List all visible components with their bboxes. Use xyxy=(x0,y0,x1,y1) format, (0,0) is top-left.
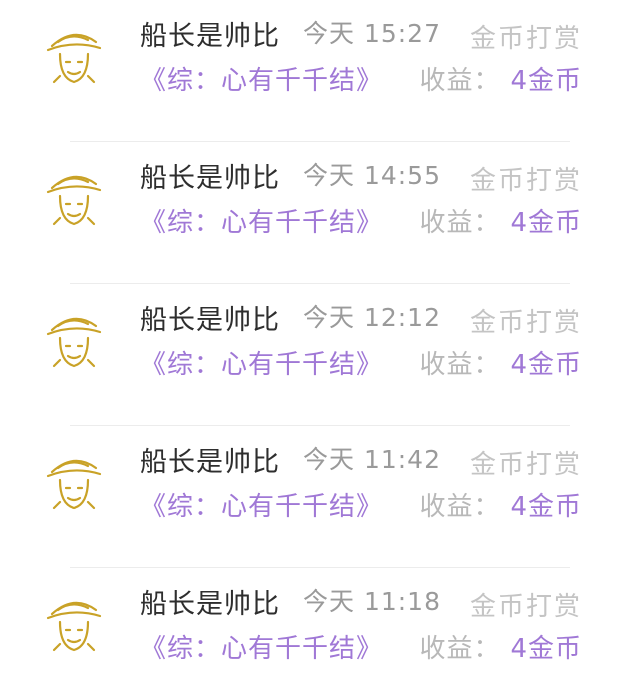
list-item[interactable]: 船长是帅比 今天 11:18 金币打赏 《综：心有千千结》 收益： 4金币 xyxy=(0,568,640,688)
user-name[interactable]: 船长是帅比 xyxy=(140,14,280,53)
reward-type: 金币打赏 xyxy=(469,592,582,622)
earning: 收益： 4金币 xyxy=(419,628,582,665)
reward-type: 金币打赏 xyxy=(469,166,582,196)
earning-label: 收益： xyxy=(419,492,501,522)
user-name[interactable]: 船长是帅比 xyxy=(140,582,280,621)
user-name[interactable]: 船长是帅比 xyxy=(140,298,280,337)
book-title-link[interactable]: 《综：心有千千结》 xyxy=(140,202,383,239)
earning-value: 4金币 xyxy=(510,634,582,664)
user-name[interactable]: 船长是帅比 xyxy=(140,440,280,479)
straw-hat-avatar-icon[interactable] xyxy=(44,20,104,90)
user-name[interactable]: 船长是帅比 xyxy=(140,156,280,195)
reward-list: 船长是帅比 今天 15:27 金币打赏 《综：心有千千结》 收益： 4金币 船长是… xyxy=(0,0,640,688)
earning: 收益： 4金币 xyxy=(419,344,582,381)
straw-hat-avatar-icon[interactable] xyxy=(44,588,104,658)
earning-value: 4金币 xyxy=(510,492,582,522)
list-item[interactable]: 船长是帅比 今天 15:27 金币打赏 《综：心有千千结》 收益： 4金币 xyxy=(0,0,640,142)
earning-label: 收益： xyxy=(419,208,501,238)
timestamp: 今天 15:27 xyxy=(303,19,441,48)
earning-value: 4金币 xyxy=(510,208,582,238)
earning-label: 收益： xyxy=(419,634,501,664)
earning-label: 收益： xyxy=(419,350,501,380)
timestamp: 今天 14:55 xyxy=(303,161,441,190)
straw-hat-avatar-icon[interactable] xyxy=(44,162,104,232)
earning-label: 收益： xyxy=(419,66,501,96)
straw-hat-avatar-icon[interactable] xyxy=(44,304,104,374)
timestamp: 今天 12:12 xyxy=(303,303,441,332)
earning: 收益： 4金币 xyxy=(419,202,582,239)
reward-type: 金币打赏 xyxy=(469,450,582,480)
list-item[interactable]: 船长是帅比 今天 14:55 金币打赏 《综：心有千千结》 收益： 4金币 xyxy=(0,142,640,284)
reward-type: 金币打赏 xyxy=(469,24,582,54)
timestamp: 今天 11:18 xyxy=(303,587,441,616)
earning: 收益： 4金币 xyxy=(419,60,582,97)
book-title-link[interactable]: 《综：心有千千结》 xyxy=(140,344,383,381)
book-title-link[interactable]: 《综：心有千千结》 xyxy=(140,60,383,97)
earning-value: 4金币 xyxy=(510,350,582,380)
list-item[interactable]: 船长是帅比 今天 12:12 金币打赏 《综：心有千千结》 收益： 4金币 xyxy=(0,284,640,426)
list-item[interactable]: 船长是帅比 今天 11:42 金币打赏 《综：心有千千结》 收益： 4金币 xyxy=(0,426,640,568)
earning: 收益： 4金币 xyxy=(419,486,582,523)
book-title-link[interactable]: 《综：心有千千结》 xyxy=(140,486,383,523)
timestamp: 今天 11:42 xyxy=(303,445,441,474)
straw-hat-avatar-icon[interactable] xyxy=(44,446,104,516)
book-title-link[interactable]: 《综：心有千千结》 xyxy=(140,628,383,665)
reward-type: 金币打赏 xyxy=(469,308,582,338)
earning-value: 4金币 xyxy=(510,66,582,96)
